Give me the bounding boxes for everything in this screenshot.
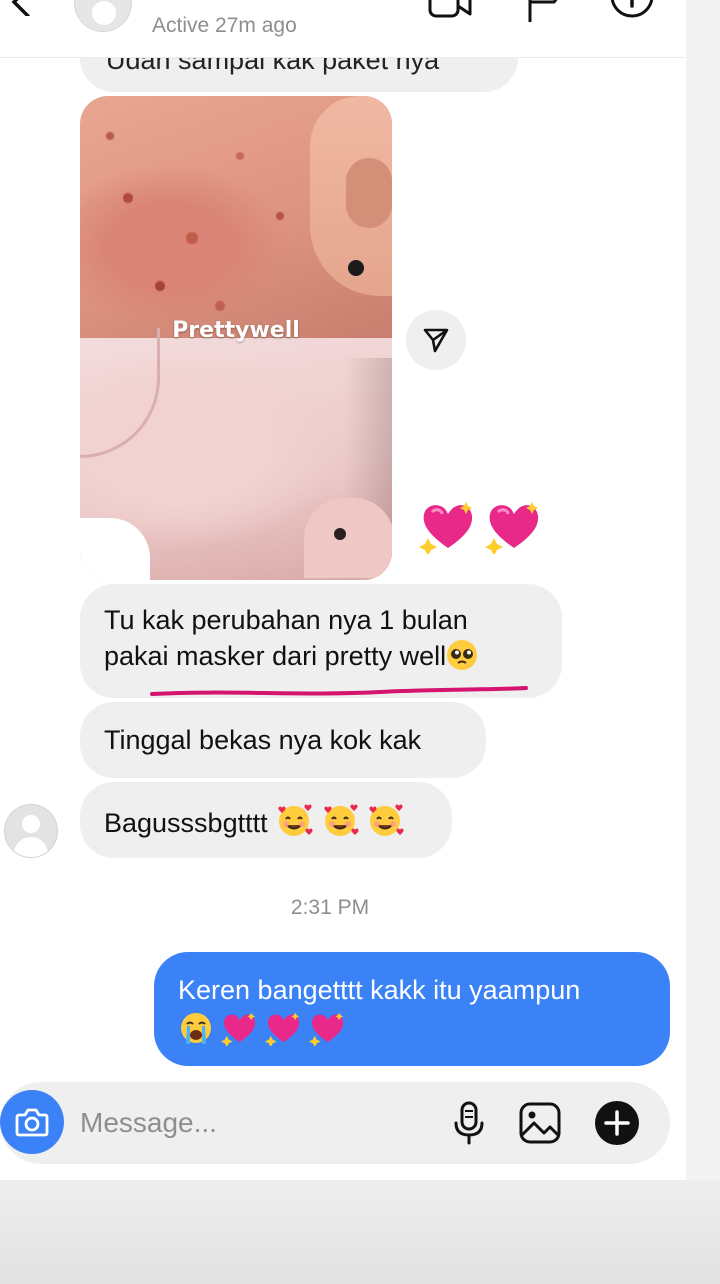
- message-text: Tinggal bekas nya kok kak: [104, 725, 422, 755]
- sparkling-heart-emoji: [265, 1012, 300, 1046]
- sparkling-heart-emoji: [309, 1012, 344, 1046]
- pleading-face-emoji: [447, 640, 478, 670]
- smiling-face-with-hearts-emoji: [278, 804, 313, 836]
- plus-button[interactable]: [594, 1100, 640, 1146]
- mic-button[interactable]: [446, 1100, 492, 1146]
- message-text: Keren bangetttt kakk itu yaampun: [178, 975, 581, 1005]
- message-input[interactable]: [80, 1100, 410, 1146]
- camera-icon: [15, 1108, 49, 1137]
- send-icon: [423, 328, 449, 353]
- sparkling-heart-emoji: [485, 502, 539, 554]
- shared-photo[interactable]: Prettywell: [80, 96, 392, 580]
- photo-after: [80, 328, 392, 580]
- sparkling-heart-emoji: [419, 502, 473, 554]
- right-edge-strip: [686, 0, 720, 1180]
- image-icon: [519, 1102, 561, 1144]
- gallery-button[interactable]: [517, 1100, 563, 1146]
- camera-button[interactable]: [0, 1090, 64, 1154]
- bottom-gray-bar: [0, 1180, 720, 1284]
- message-bubble-change[interactable]: Tu kak perubahan nya 1 bulan pakai maske…: [80, 584, 562, 698]
- loudly-crying-face-emoji: [181, 1013, 211, 1044]
- chat-screen: Active 27m ago Udah sampai kak paket nya…: [0, 0, 686, 1180]
- share-button[interactable]: [406, 310, 466, 370]
- flag-icon[interactable]: [524, 0, 568, 22]
- avatar[interactable]: [74, 0, 132, 32]
- microphone-icon: [454, 1101, 484, 1145]
- sparkling-heart-emoji: [221, 1012, 256, 1046]
- message-text-line1: Tu kak perubahan nya 1 bulan: [104, 605, 468, 635]
- photo-watermark: Prettywell: [172, 318, 300, 343]
- message-text-line2: pakai masker dari pretty well: [104, 641, 447, 671]
- video-call-icon[interactable]: [428, 0, 472, 22]
- message-bubble-bagus[interactable]: Bagusssbgtttt: [80, 782, 452, 858]
- active-status: Active 27m ago: [152, 14, 297, 37]
- message-text: Bagusssbgtttt: [104, 808, 268, 838]
- sender-avatar[interactable]: [4, 804, 58, 858]
- smiling-face-with-hearts-emoji: [324, 804, 359, 836]
- photo-before: [80, 96, 392, 338]
- message-text-line2-wrap: pakai masker dari pretty well: [104, 638, 538, 674]
- highlight-underline: [150, 686, 528, 696]
- info-icon[interactable]: [610, 0, 654, 22]
- plus-icon: [595, 1101, 639, 1145]
- emoji-row: [178, 1010, 646, 1046]
- message-timestamp: 2:31 PM: [290, 896, 370, 919]
- chat-header: Active 27m ago: [0, 0, 686, 58]
- smiling-face-with-hearts-emoji: [369, 804, 404, 836]
- chevron-left-icon[interactable]: [6, 0, 36, 16]
- message-bubble-scar[interactable]: Tinggal bekas nya kok kak: [80, 702, 486, 778]
- message-bubble-sent[interactable]: Keren bangetttt kakk itu yaampun: [154, 952, 670, 1066]
